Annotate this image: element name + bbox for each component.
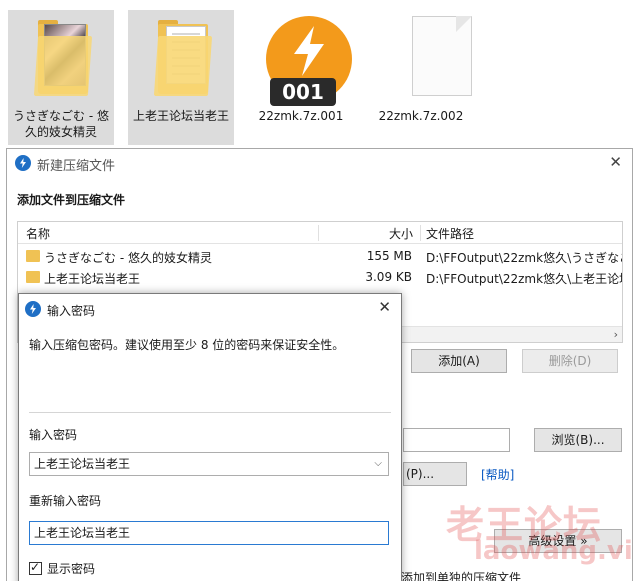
- file-path: D:\FFOutput\22zmk悠久\上老王论坛当: [426, 272, 623, 286]
- browse-button[interactable]: 浏览(B)...: [534, 428, 622, 452]
- section-title: 添加文件到压缩文件: [17, 193, 126, 207]
- desktop-icon-label: 22zmk.7z.002: [378, 109, 464, 123]
- title-bar: 新建压缩文件 ✕: [7, 149, 632, 177]
- desktop-icon-manga-folder[interactable]: うさぎなごむ - 悠久的妓女精灵: [8, 10, 114, 145]
- separate-archive-option-label: 添加到单独的压缩文件: [401, 571, 522, 581]
- confirm-password-label: 重新输入密码: [29, 494, 102, 508]
- folder-icon: [26, 250, 40, 262]
- password-dialog: 输入密码 ✕ 输入压缩包密码。建议使用至少 8 位的密码来保证安全性。 输入密码…: [18, 293, 402, 581]
- checkmark-icon: ✓: [30, 560, 41, 574]
- confirm-password-value: 上老王论坛当老王: [34, 526, 131, 540]
- desktop-icon-archive-002[interactable]: 22zmk.7z.002: [368, 10, 474, 145]
- delete-button[interactable]: 删除(D): [522, 349, 618, 373]
- folder-front: [153, 36, 213, 96]
- divider: [29, 412, 391, 413]
- show-password-checkbox[interactable]: ✓: [29, 560, 42, 575]
- list-header: 名称 大小 文件路径: [18, 222, 622, 244]
- column-header-size[interactable]: 大小: [389, 225, 413, 242]
- close-icon[interactable]: ✕: [609, 153, 622, 171]
- password-field[interactable]: 上老王论坛当老王 ⌵: [29, 452, 389, 476]
- add-button[interactable]: 添加(A): [411, 349, 507, 373]
- dialog-title: 输入密码: [47, 304, 96, 318]
- watermark-url: laowang.vip: [474, 536, 634, 566]
- file-name: 上老王论坛当老王: [44, 272, 141, 286]
- list-item[interactable]: 上老王论坛当老王 3.09 KB D:\FFOutput\22zmk悠久\上老王…: [18, 267, 622, 288]
- file-path: D:\FFOutput\22zmk悠久\うさぎなご: [426, 251, 623, 265]
- archive-path-input[interactable]: [403, 428, 510, 452]
- desktop-icon-label: うさぎなごむ - 悠久的妓女精灵: [13, 109, 109, 139]
- file-size: 3.09 KB: [365, 270, 412, 284]
- desktop-icon-archive-001[interactable]: 001 22zmk.7z.001: [248, 10, 354, 145]
- folder-front: [33, 36, 93, 96]
- close-icon[interactable]: ✕: [378, 298, 391, 316]
- lightning-bolt-icon: [294, 26, 324, 76]
- desktop-icon-label: 上老王论坛当老王: [132, 109, 229, 123]
- file-size: 155 MB: [366, 249, 412, 263]
- password-label: 输入密码: [29, 428, 78, 442]
- folder-icon: [26, 271, 40, 283]
- list-item[interactable]: うさぎなごむ - 悠久的妓女精灵 155 MB D:\FFOutput\22zm…: [18, 246, 622, 267]
- bandizip-app-icon: [25, 301, 41, 317]
- file-name: うさぎなごむ - 悠久的妓女精灵: [44, 251, 212, 265]
- show-password-label: 显示密码: [47, 562, 96, 576]
- dialog-title: 新建压缩文件: [37, 159, 116, 174]
- bandizip-app-icon: [15, 155, 31, 171]
- password-value: 上老王论坛当老王: [34, 457, 131, 471]
- help-link[interactable]: [帮助]: [481, 466, 514, 483]
- column-header-name[interactable]: 名称: [26, 225, 50, 242]
- password-hint: 输入压缩包密码。建议使用至少 8 位的密码来保证安全性。: [29, 338, 345, 352]
- scroll-right-icon[interactable]: ›: [614, 328, 618, 341]
- set-password-button[interactable]: (P)...: [403, 462, 467, 486]
- volume-badge: 001: [270, 78, 336, 106]
- column-header-path[interactable]: 文件路径: [426, 225, 474, 242]
- confirm-password-field[interactable]: 上老王论坛当老王: [29, 521, 389, 545]
- chevron-down-icon[interactable]: ⌵: [374, 453, 382, 475]
- file-corner-fold: [456, 16, 472, 32]
- desktop-icon-text-folder[interactable]: 上老王论坛当老王: [128, 10, 234, 145]
- desktop-icon-label: 22zmk.7z.001: [258, 109, 344, 123]
